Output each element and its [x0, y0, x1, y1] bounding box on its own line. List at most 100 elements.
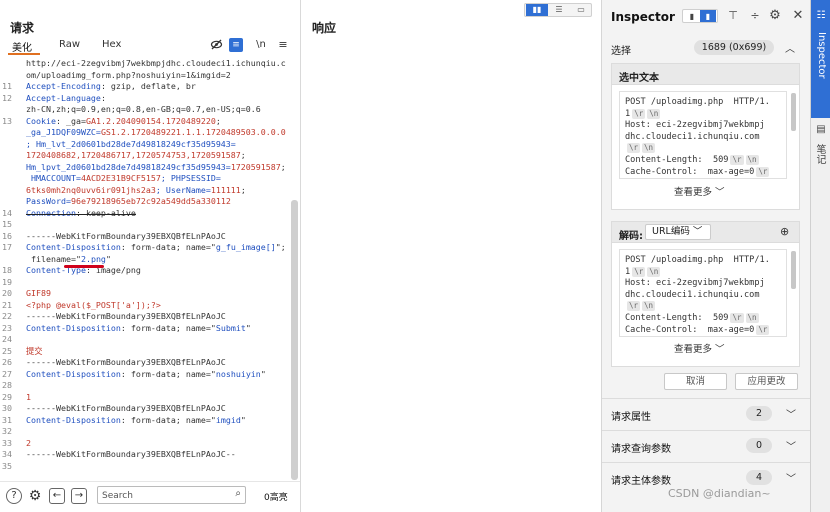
line-number: 15 — [2, 219, 12, 229]
editor-scrollbar[interactable] — [291, 200, 298, 480]
selected-text-body[interactable]: POST /uploadimg.php HTTP/1. 1 \r \n Host: ec… — [619, 91, 787, 179]
code-line: 18 Content-Type: image/png — [0, 265, 290, 277]
line-text: Content-Disposition: form-data; name="g_… — [26, 242, 286, 254]
code-token: Accept-Language — [26, 92, 101, 103]
forward-arrow-icon[interactable]: → — [71, 488, 87, 504]
align-center-icon[interactable]: ÷ — [748, 9, 762, 23]
code-token: Submit — [215, 322, 246, 333]
code-token: : keep-alive — [75, 207, 136, 218]
layout-split-icon[interactable]: ▮▮ — [526, 4, 548, 16]
decoded-body[interactable]: POST /uploadimg.php HTTP/1. 1 \r \n Host: ec… — [619, 249, 787, 337]
line-text: filename="2.png" — [26, 254, 111, 266]
side-tab-inspector[interactable]: ☷ Inspector — [811, 0, 830, 118]
chevron-down-icon[interactable]: ﹀ — [786, 406, 796, 421]
align-top-icon[interactable]: ⊤ — [726, 9, 740, 23]
code-line: PassWord=96e79218965eb72c92a549dd5a33011… — [0, 196, 290, 208]
menu-icon[interactable]: ≡ — [276, 38, 290, 52]
text-segment: Cache-Control: max-age=0 — [625, 324, 755, 335]
inspector-layout-icon[interactable]: ▮ ▮ — [682, 9, 718, 23]
apply-changes-button[interactable]: 应用更改 — [735, 373, 798, 390]
add-icon[interactable]: ⊕ — [780, 225, 789, 238]
close-icon[interactable]: ✕ — [791, 9, 805, 23]
decoding-select[interactable]: URL编码 ﹀ — [645, 224, 711, 240]
tab-raw[interactable]: Raw — [59, 39, 80, 50]
line-text: Accept-Language: — [26, 93, 106, 105]
section-count-badge: 0 — [746, 438, 772, 453]
code-token: ; — [280, 161, 286, 172]
layout-single-icon[interactable]: ▭ — [570, 4, 592, 16]
code-line: 29 1 — [0, 392, 290, 404]
code-token: : gzip, deflate, br — [100, 81, 196, 91]
code-token: : — [100, 92, 106, 103]
line-number: 25 — [2, 345, 12, 356]
tab-pretty[interactable]: 美化 — [12, 39, 32, 54]
code-token: " — [240, 414, 246, 425]
line-text: Cookie: _ga=GA1.2.204090154.1720489220; — [26, 116, 221, 128]
chevron-down-icon: ﹀ — [692, 226, 703, 237]
watermark-text: CSDN @diandian~ — [668, 487, 771, 500]
selected-text-card: 选中文本 POST /uploadimg.php HTTP/1. 1 \r \n Hos… — [611, 63, 800, 210]
chevron-down-icon[interactable]: ﹀ — [786, 470, 796, 485]
code-token: : form-data; name=" — [120, 242, 216, 252]
wrap-lines-icon[interactable]: ≡ — [229, 38, 243, 52]
code-line: 31 Content-Disposition: form-data; name="… — [0, 415, 290, 427]
line-text: 1 — [26, 392, 31, 404]
selected-text-label: 选中文本 — [619, 73, 659, 84]
text-segment: Content-Length: 509 — [625, 313, 729, 323]
gear-icon[interactable]: ⚙ — [27, 488, 43, 504]
line-text: om/uploadimg_form.php?noshuiyin=1&imgid=… — [26, 70, 231, 82]
side-tab-notes[interactable]: ▤ 笔记 — [811, 118, 830, 178]
escape-chip: \r — [627, 143, 641, 154]
code-line: http://eci-2zegvibmj7wekbmpjdhc.cloudeci… — [0, 58, 290, 70]
show-more-link[interactable]: 查看更多 ﹀ — [674, 184, 725, 198]
line-text: ------WebKitFormBoundary39EBXQBfELnPAoJC… — [26, 449, 236, 461]
newline-icon[interactable]: \n — [254, 38, 268, 52]
layout-horizontal-icon[interactable]: ☰ — [548, 4, 570, 16]
tab-hex[interactable]: Hex — [102, 39, 121, 50]
back-arrow-icon[interactable]: ← — [49, 488, 65, 504]
section-label: 请求查询参数 — [611, 444, 671, 455]
code-token: : _ga= — [55, 115, 86, 126]
request-editor[interactable]: http://eci-2zegvibmj7wekbmpjdhc.cloudeci… — [0, 56, 290, 481]
text-segment: 1 — [625, 266, 631, 277]
text-segment: Cache-Control: max-age=0 — [625, 166, 755, 177]
code-token: _ga_J1DQF09WZC= — [26, 127, 101, 137]
text-segment: Host: eci-2zegvibmj7wekbmpj — [625, 120, 765, 131]
search-input[interactable] — [102, 489, 222, 502]
code-token: : form-data; name=" — [120, 322, 216, 333]
escape-chip: \r — [730, 313, 744, 323]
selection-row[interactable]: 选择 1689 (0x699) ︿ — [602, 38, 811, 58]
selection-size-badge: 1689 (0x699) — [694, 40, 774, 55]
line-number: 32 — [2, 426, 12, 436]
code-line: 26 ------WebKitFormBoundary39EBXQBfELnPAo… — [0, 357, 290, 369]
section-query-params[interactable]: 请求查询参数 0 ﹀ — [602, 430, 811, 462]
code-token: g_fu_image[] — [215, 242, 276, 252]
cancel-button[interactable]: 取消 — [664, 373, 727, 390]
chevron-up-icon[interactable]: ︿ — [785, 40, 795, 55]
chevron-down-icon[interactable]: ﹀ — [786, 438, 796, 453]
line-text: 6tks0mh2nq0uvv6ir091jhs2a3; UserName=111… — [26, 185, 246, 197]
search-icon[interactable]: ⌕ — [235, 488, 241, 499]
code-line: Hm_lpvt_2d0601bd28de7d49818249cf35d95943… — [0, 162, 290, 174]
side-tab-notes-label: 笔记 — [814, 144, 825, 164]
line-text: PassWord=96e79218965eb72c92a549dd5a33011… — [26, 196, 231, 208]
code-token: ; PHPSESSID= — [160, 173, 221, 183]
code-token: 111111 — [210, 184, 241, 195]
gear-icon[interactable]: ⚙ — [768, 9, 782, 23]
line-number: 22 — [2, 311, 12, 321]
code-token: zh-CN,zh;q=0.9,en;q=0.8,en-GB;q=0.7,en-U… — [26, 104, 261, 114]
text-line: dhc.cloudeci1.ichunqiu.com — [625, 289, 785, 301]
decoded-scrollbar[interactable] — [791, 251, 796, 289]
code-line: 25 提交 — [0, 346, 290, 358]
line-number: 19 — [2, 276, 12, 287]
line-number: 12 — [2, 92, 12, 103]
text-line: POST /uploadimg.php HTTP/1. — [625, 96, 785, 108]
selected-text-scrollbar[interactable] — [791, 93, 796, 131]
code-token: Content-Disposition — [26, 322, 121, 333]
help-icon[interactable]: ? — [6, 488, 22, 504]
line-number: 30 — [2, 403, 12, 413]
section-request-attributes[interactable]: 请求属性 2 ﹀ — [602, 398, 811, 430]
show-more-link[interactable]: 查看更多 ﹀ — [674, 341, 725, 355]
eye-slash-icon[interactable] — [209, 38, 223, 52]
escape-chip: \r — [632, 266, 646, 277]
